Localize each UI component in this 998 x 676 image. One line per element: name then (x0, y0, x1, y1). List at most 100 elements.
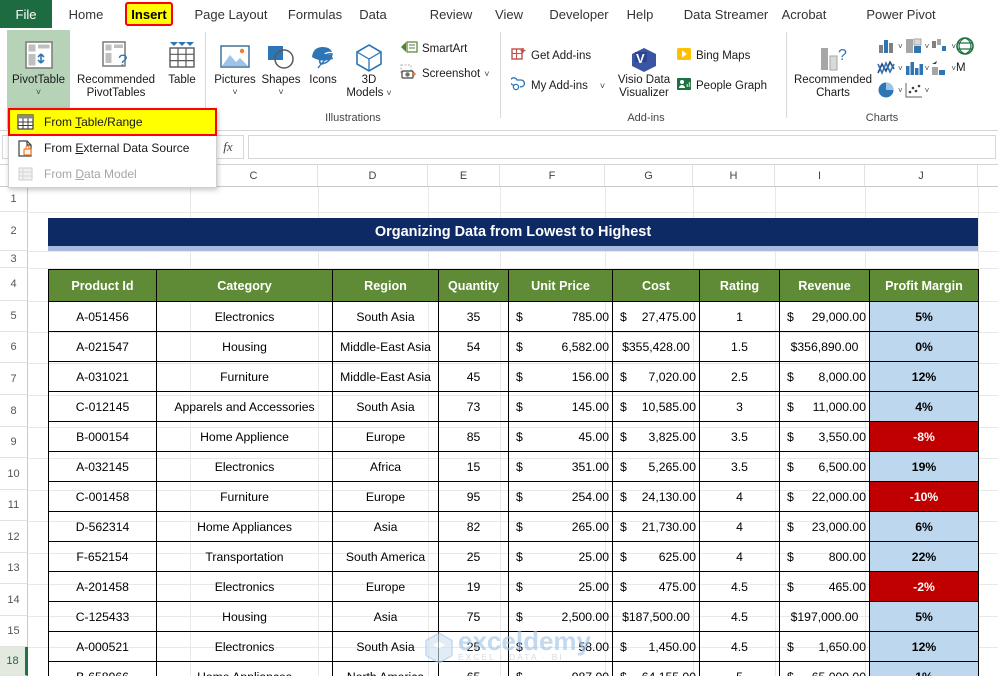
menu-item-from-external-data-source[interactable]: From External Data Source (9, 135, 216, 161)
pivottable-button[interactable]: PivotTable ˅ (7, 34, 70, 97)
currency-symbol: $ (622, 339, 629, 354)
hierarchy-chart-button[interactable]: ˅ (903, 36, 929, 56)
column-header-H[interactable]: H (693, 165, 775, 186)
recommended-charts-button[interactable]: ? Recommended Charts (792, 36, 874, 99)
tab-home[interactable]: Home (62, 0, 110, 28)
table-row[interactable]: A-031021 Furniture Middle-East Asia 45 $156.… (48, 361, 979, 392)
recommended-pivottables-button[interactable]: ? Recommended PivotTables (72, 34, 160, 99)
table-row[interactable]: F-652154 Transportation South America 25 $25… (48, 541, 979, 572)
line-chart-button[interactable]: ˅ (876, 58, 903, 78)
3d-models-chevron-icon[interactable]: ˅ (386, 87, 391, 100)
tab-data-streamer[interactable]: Data Streamer (682, 0, 770, 28)
amount-value: 23,000.00 (811, 519, 866, 534)
shapes-button[interactable]: Shapes ˅ (259, 34, 303, 97)
table-row[interactable]: A-000521 Electronics South Asia 25 $58.00 $1,… (48, 631, 979, 662)
my-addins-chevron-icon[interactable]: ˅ (600, 81, 605, 91)
people-graph-button[interactable]: People Graph (676, 76, 767, 95)
cell-revenue: $800.00 (779, 541, 870, 572)
tab-power-pivot[interactable]: Power Pivot (858, 0, 944, 28)
pictures-button[interactable]: Pictures ˅ (211, 34, 259, 97)
tab-developer[interactable]: Developer (545, 0, 613, 28)
cell-category: Electronics (156, 451, 333, 482)
bar-chart-button[interactable]: ˅ (903, 58, 929, 78)
pivottable-icon (22, 34, 56, 72)
table-row[interactable]: C-012145 Apparels and Accessories South As… (48, 391, 979, 422)
svg-text:?: ? (838, 47, 847, 64)
column-header-J[interactable]: J (865, 165, 978, 186)
column-header-F[interactable]: F (500, 165, 605, 186)
map-chart-button[interactable] (956, 36, 974, 56)
row-header-7[interactable]: 7 (0, 363, 28, 395)
tab-formulas[interactable]: Formulas (287, 0, 343, 28)
menu-item-from-table-range[interactable]: From Table/Range (8, 108, 217, 136)
smartart-button[interactable]: SmartArt (400, 40, 467, 58)
screenshot-button[interactable]: Screenshot ˅ (400, 64, 489, 83)
cell-quantity: 85 (438, 421, 509, 452)
tab-file[interactable]: File (0, 0, 52, 28)
amount-value: 7,020.00 (648, 369, 696, 384)
table-row[interactable]: D-562314 Home Appliances Asia 82 $265.00 $21,… (48, 511, 979, 542)
icons-button[interactable]: Icons (303, 34, 343, 87)
table-row[interactable]: B-000154 Home Applience Europe 85 $45.00 $3,8… (48, 421, 979, 452)
column-header-E[interactable]: E (428, 165, 500, 186)
scatter-chart-button[interactable]: ˅ (903, 80, 929, 100)
get-addins-button[interactable]: Get Add-ins (511, 46, 591, 65)
waterfall-chart-button[interactable]: ˅ (929, 36, 956, 56)
column-header-I[interactable]: I (775, 165, 865, 186)
tab-acrobat[interactable]: Acrobat (775, 0, 833, 28)
row-header-13[interactable]: 13 (0, 553, 28, 584)
my-addins-button[interactable]: My Add-ins ˅ (509, 76, 605, 95)
bing-maps-button[interactable]: Bing Maps (676, 46, 750, 65)
formula-input[interactable] (248, 135, 996, 159)
table-row[interactable]: A-201458 Electronics Europe 19 $25.00 $475.00… (48, 571, 979, 602)
tab-view[interactable]: View (490, 0, 528, 28)
pictures-chevron-icon[interactable]: ˅ (232, 87, 237, 97)
row-header-6[interactable]: 6 (0, 332, 28, 363)
table-row[interactable]: A-021547 Housing Middle-East Asia 54 $6,582.… (48, 331, 979, 362)
tab-help[interactable]: Help (622, 0, 658, 28)
row-header-4[interactable]: 4 (0, 268, 28, 301)
row-header-2[interactable]: 2 (0, 212, 28, 251)
row-header-10[interactable]: 10 (0, 458, 28, 490)
pie-chart-button[interactable]: ˅ (876, 80, 903, 100)
cell-profit-margin: -10% (869, 481, 979, 512)
row-header-1[interactable]: 1 (0, 187, 28, 212)
row-header-14[interactable]: 14 (0, 584, 28, 616)
screenshot-chevron-icon[interactable]: ˅ (484, 69, 489, 79)
3d-models-button[interactable]: 3D Models ˅ (345, 34, 393, 99)
combo-chart-button[interactable]: ˅ (929, 58, 956, 78)
currency-symbol: $ (620, 639, 627, 654)
table-row[interactable]: A-032145 Electronics Africa 15 $351.00 $5,265… (48, 451, 979, 482)
column-header-G[interactable]: G (605, 165, 693, 186)
table-row[interactable]: B-658966Home AppliancesNorth America65$9… (48, 661, 979, 676)
table-row[interactable]: C-125433 Housing Asia 75 $2,500.00 $187,500.0… (48, 601, 979, 632)
tab-review[interactable]: Review (425, 0, 477, 28)
tab-data[interactable]: Data (356, 0, 390, 28)
row-header-9[interactable]: 9 (0, 427, 28, 458)
screenshot-icon (400, 64, 418, 83)
row-header-12[interactable]: 12 (0, 521, 28, 553)
row-header-8[interactable]: 8 (0, 395, 28, 427)
visio-data-visualizer-button[interactable]: V Visio Data Visualizer (615, 36, 673, 99)
cell-profit-margin: -8% (869, 421, 979, 452)
column-header-D[interactable]: D (318, 165, 428, 186)
row-header-11[interactable]: 11 (0, 490, 28, 521)
table-button[interactable]: Table (160, 34, 204, 87)
tab-insert[interactable]: Insert (125, 2, 173, 26)
svg-text:?: ? (118, 51, 127, 70)
row-header-5[interactable]: 5 (0, 301, 28, 332)
column-header-cell: Cost (612, 269, 700, 302)
cell-category: Home Appliances (156, 511, 333, 542)
column-chart-button[interactable]: ˅ (876, 36, 903, 56)
row-header-3[interactable]: 3 (0, 251, 28, 268)
row-header-18[interactable]: 18 (0, 647, 28, 676)
data-table: Product Id Category Region Quantity Unit Pri… (48, 269, 979, 676)
table-row[interactable]: C-001458 Furniture Europe 95 $254.00 $24,130.… (48, 481, 979, 512)
tab-page-layout[interactable]: Page Layout (188, 0, 274, 28)
table-row[interactable]: A-051456 Electronics South Asia 35 $785.00 $2… (48, 301, 979, 332)
pivottable-chevron-icon[interactable]: ˅ (36, 87, 41, 97)
shapes-chevron-icon[interactable]: ˅ (278, 87, 283, 97)
amount-value: 3,550.00 (818, 429, 866, 444)
cell-cost: $10,585.00 (612, 391, 700, 422)
row-header-15[interactable]: 15 (0, 616, 28, 647)
